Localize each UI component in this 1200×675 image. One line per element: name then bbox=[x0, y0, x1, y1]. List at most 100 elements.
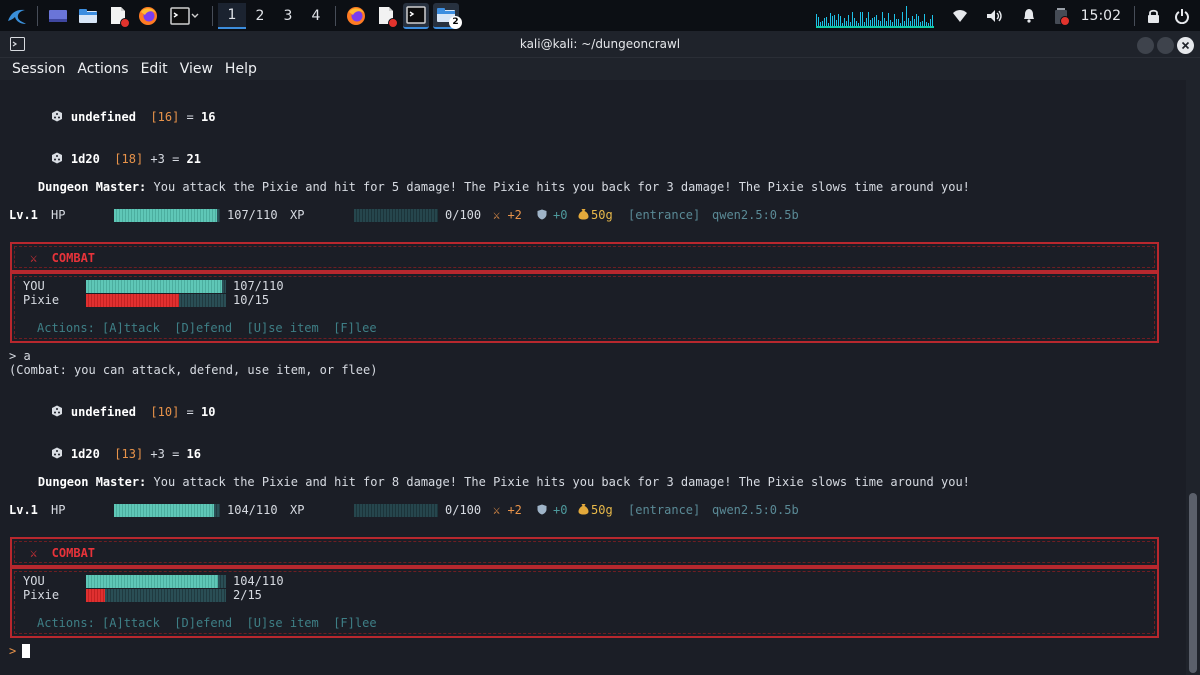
minimize-button[interactable] bbox=[1137, 37, 1154, 54]
close-icon bbox=[1181, 41, 1190, 50]
lock-screen-icon[interactable] bbox=[1147, 8, 1160, 24]
dice-name: 1d20 bbox=[70, 152, 100, 166]
user-input-echo: > a bbox=[9, 349, 31, 363]
status-model: qwen2.5:0.5b bbox=[712, 208, 799, 222]
input-prompt: > bbox=[9, 644, 17, 658]
menu-help[interactable]: Help bbox=[225, 61, 257, 77]
cpu-graph-bar bbox=[899, 22, 901, 26]
menu-actions[interactable]: Actions bbox=[77, 61, 128, 77]
cpu-graph-bar bbox=[895, 18, 897, 26]
dice-icon bbox=[51, 405, 62, 417]
dice-icon bbox=[51, 110, 62, 122]
menu-session[interactable]: Session bbox=[12, 61, 65, 77]
firefox-window-icon[interactable] bbox=[343, 3, 369, 29]
terminal-scrollbar[interactable] bbox=[1186, 80, 1200, 675]
menu-edit[interactable]: Edit bbox=[141, 61, 168, 77]
combat-hint-line: (Combat: you can attack, defend, use ite… bbox=[9, 363, 378, 377]
cpu-graph-bar bbox=[835, 19, 837, 26]
text-cursor[interactable] bbox=[22, 644, 30, 658]
notification-bell-icon[interactable] bbox=[1022, 8, 1036, 23]
combat-title: ⚔ COMBAT bbox=[30, 251, 96, 265]
cpu-graph-bar bbox=[821, 20, 823, 26]
power-icon[interactable] bbox=[1174, 8, 1190, 24]
cpu-graph-bar bbox=[915, 13, 917, 26]
dice-modifier: +3 = bbox=[143, 152, 187, 166]
cpu-graph-bar bbox=[843, 17, 845, 26]
cpu-graph-bar bbox=[837, 13, 839, 26]
dungeon-master-message: Dungeon Master: You attack the Pixie and… bbox=[9, 166, 970, 208]
folder-window-icon[interactable]: 2 bbox=[433, 2, 462, 29]
editor-window-icon[interactable] bbox=[373, 3, 399, 29]
terminal-launcher-icon[interactable] bbox=[165, 3, 205, 29]
cpu-graph-bar bbox=[825, 16, 827, 26]
cpu-graph-bar bbox=[871, 17, 873, 26]
status-xp-bar bbox=[354, 504, 438, 517]
window-titlebar[interactable]: kali@kali: ~/dungeoncrawl bbox=[0, 31, 1200, 58]
combat-enemy-label: Pixie bbox=[23, 588, 60, 602]
terminal-output[interactable]: undefined [16] = 16 1d20 [18] +3 = 21 Du… bbox=[0, 80, 1186, 675]
file-manager-icon[interactable] bbox=[75, 3, 101, 29]
status-xp-label: XP bbox=[290, 503, 305, 517]
taskbar-separator bbox=[37, 5, 38, 26]
hp-bar-fill bbox=[86, 294, 179, 307]
kali-menu-icon[interactable] bbox=[4, 3, 30, 29]
combat-you-hp-value: 104/110 bbox=[233, 574, 284, 588]
menu-view[interactable]: View bbox=[180, 61, 213, 77]
cpu-graph-bar bbox=[917, 15, 919, 26]
system-tray: 15:02 bbox=[807, 0, 1200, 31]
workspace-1[interactable]: 1 bbox=[218, 2, 246, 29]
cpu-graph[interactable] bbox=[815, 4, 934, 28]
combat-enemy-hp-value: 2/15 bbox=[233, 588, 262, 602]
battery-icon[interactable] bbox=[1054, 7, 1070, 26]
close-button[interactable] bbox=[1177, 37, 1194, 54]
terminal-window-icon[interactable] bbox=[403, 2, 429, 29]
defense-value: +0 bbox=[553, 503, 568, 517]
dice-raw: [10] bbox=[150, 405, 180, 419]
maximize-button[interactable] bbox=[1157, 37, 1174, 54]
combat-enemy-hp-value: 10/15 bbox=[233, 293, 270, 307]
cpu-graph-bar bbox=[873, 16, 875, 26]
hp-bar-fill bbox=[114, 209, 217, 222]
firefox-icon[interactable] bbox=[135, 3, 161, 29]
dice-roll-line: undefined [10] = 10 bbox=[22, 391, 215, 433]
tray-separator bbox=[1134, 5, 1135, 26]
shield-icon bbox=[537, 504, 547, 515]
dungeon-master-message: Dungeon Master: You attack the Pixie and… bbox=[9, 461, 970, 503]
combat-enemy-hp-bar bbox=[86, 589, 226, 602]
wifi-icon[interactable] bbox=[952, 9, 968, 23]
dice-raw: [16] bbox=[150, 110, 180, 124]
scrollbar-thumb[interactable] bbox=[1189, 493, 1197, 673]
status-hp-bar bbox=[114, 504, 220, 517]
status-level: Lv.1 bbox=[9, 208, 38, 222]
taskbar-separator bbox=[335, 5, 336, 26]
shield-icon bbox=[537, 209, 547, 220]
cpu-graph-bar bbox=[833, 14, 835, 26]
cpu-graph-bar bbox=[931, 14, 933, 26]
cpu-graph-bar bbox=[869, 19, 871, 26]
clock[interactable]: 15:02 bbox=[1081, 8, 1121, 24]
cpu-graph-bar bbox=[897, 18, 899, 26]
volume-icon[interactable] bbox=[986, 9, 1004, 23]
dice-icon bbox=[51, 447, 62, 459]
cpu-graph-bar bbox=[901, 11, 903, 26]
workspace-4[interactable]: 4 bbox=[302, 3, 330, 29]
status-hp-label: HP bbox=[51, 208, 66, 222]
status-defense: +0 bbox=[537, 503, 567, 517]
status-hp-bar bbox=[114, 209, 220, 222]
cpu-graph-bar bbox=[847, 14, 849, 26]
xp-bar-track bbox=[354, 209, 438, 222]
cpu-graph-bar bbox=[879, 20, 881, 26]
hp-bar-track bbox=[214, 504, 220, 517]
cpu-graph-bar bbox=[819, 21, 821, 26]
hp-bar-track bbox=[218, 575, 226, 588]
xp-bar-track bbox=[354, 504, 438, 517]
chevron-down-icon[interactable] bbox=[190, 11, 200, 21]
dice-name: undefined bbox=[70, 110, 136, 124]
show-desktop-icon[interactable] bbox=[45, 3, 71, 29]
cpu-graph-bar bbox=[865, 17, 867, 26]
cpu-graph-bar bbox=[911, 15, 913, 26]
combat-actions-hint: Actions: [A]ttack [D]efend [U]se item [F… bbox=[37, 321, 377, 335]
text-editor-icon[interactable] bbox=[105, 3, 131, 29]
workspace-2[interactable]: 2 bbox=[246, 3, 274, 29]
workspace-3[interactable]: 3 bbox=[274, 3, 302, 29]
